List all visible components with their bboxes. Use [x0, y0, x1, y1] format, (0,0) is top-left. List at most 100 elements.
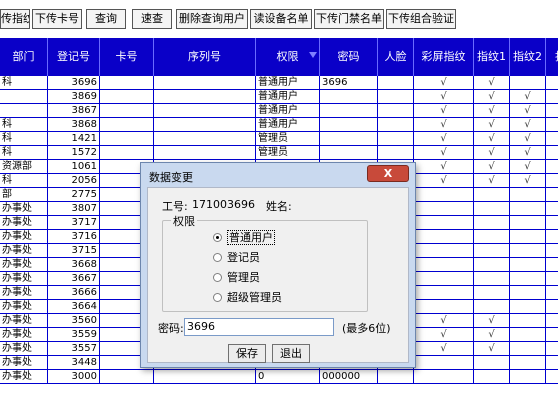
col-header-color-fingerprint[interactable]: 彩屏指纹: [414, 38, 474, 76]
cell-fp[interactable]: √: [414, 342, 474, 356]
radio-normal-user[interactable]: 普通用户: [213, 230, 275, 245]
cell-f2[interactable]: [510, 356, 546, 370]
col-header-fingerprint1[interactable]: 指纹1: [474, 38, 510, 76]
table-row[interactable]: 3869 普通用户 √ √ √: [0, 90, 558, 104]
cell-id[interactable]: 1572: [48, 146, 100, 160]
cell-serial[interactable]: [154, 90, 256, 104]
cell-more[interactable]: [546, 76, 558, 90]
cell-f1[interactable]: √: [474, 174, 510, 188]
cell-perm[interactable]: 0: [256, 370, 320, 384]
cell-f1[interactable]: √: [474, 90, 510, 104]
cell-more[interactable]: [546, 328, 558, 342]
table-row[interactable]: 科 1421 管理员 √ √ √: [0, 132, 558, 146]
cell-pwd[interactable]: [320, 146, 378, 160]
cell-pwd[interactable]: 000000: [320, 370, 378, 384]
cell-id[interactable]: 3869: [48, 90, 100, 104]
download-combo-verify-button[interactable]: 下传组合验证: [386, 9, 456, 29]
radio-registrar[interactable]: 登记员: [213, 251, 260, 265]
cell-card[interactable]: [100, 146, 154, 160]
cell-f2[interactable]: [510, 188, 546, 202]
cell-face[interactable]: [378, 132, 414, 146]
cell-more[interactable]: [546, 90, 558, 104]
cell-dept[interactable]: 科: [0, 118, 48, 132]
cell-f1[interactable]: [474, 300, 510, 314]
cell-id[interactable]: 3560: [48, 314, 100, 328]
cell-fp[interactable]: [414, 202, 474, 216]
cell-f2[interactable]: [510, 258, 546, 272]
cell-f1[interactable]: √: [474, 328, 510, 342]
col-header-face[interactable]: 人脸: [378, 38, 414, 76]
cell-dept[interactable]: 科: [0, 132, 48, 146]
cell-id[interactable]: 3559: [48, 328, 100, 342]
cell-f2[interactable]: [510, 370, 546, 384]
exit-button[interactable]: 退出: [272, 344, 310, 363]
cell-id[interactable]: 3448: [48, 356, 100, 370]
cell-perm[interactable]: 普通用户: [256, 76, 320, 90]
radio-super-admin[interactable]: 超级管理员: [213, 291, 282, 305]
cell-f2[interactable]: [510, 244, 546, 258]
cell-fp[interactable]: √: [414, 118, 474, 132]
quick-search-button[interactable]: 速查: [132, 9, 172, 29]
cell-dept[interactable]: 办事处: [0, 370, 48, 384]
cell-more[interactable]: [546, 258, 558, 272]
cell-f1[interactable]: [474, 202, 510, 216]
cell-more[interactable]: [546, 300, 558, 314]
cell-fp[interactable]: √: [414, 174, 474, 188]
cell-f2[interactable]: [510, 202, 546, 216]
cell-face[interactable]: [378, 146, 414, 160]
upload-fingerprint-button[interactable]: 传指纹: [0, 9, 30, 29]
cell-more[interactable]: [546, 174, 558, 188]
cell-id[interactable]: 1421: [48, 132, 100, 146]
cell-serial[interactable]: [154, 76, 256, 90]
cell-fp[interactable]: [414, 230, 474, 244]
cell-more[interactable]: [546, 370, 558, 384]
cell-dept[interactable]: [0, 104, 48, 118]
cell-f1[interactable]: √: [474, 104, 510, 118]
cell-dept[interactable]: [0, 90, 48, 104]
cell-id[interactable]: 3667: [48, 272, 100, 286]
cell-fp[interactable]: [414, 188, 474, 202]
cell-f1[interactable]: [474, 272, 510, 286]
cell-dept[interactable]: 科: [0, 76, 48, 90]
cell-dept[interactable]: 科: [0, 174, 48, 188]
cell-f2[interactable]: √: [510, 104, 546, 118]
download-card-button[interactable]: 下传卡号: [32, 9, 82, 29]
cell-fp[interactable]: [414, 258, 474, 272]
cell-dept[interactable]: 办事处: [0, 216, 48, 230]
cell-pwd[interactable]: [320, 132, 378, 146]
cell-dept[interactable]: 办事处: [0, 230, 48, 244]
cell-fp[interactable]: √: [414, 76, 474, 90]
password-input[interactable]: 3696: [184, 318, 334, 336]
cell-more[interactable]: [546, 146, 558, 160]
cell-face[interactable]: [378, 118, 414, 132]
cell-f2[interactable]: [510, 300, 546, 314]
cell-more[interactable]: [546, 202, 558, 216]
cell-dept[interactable]: 办事处: [0, 356, 48, 370]
cell-f2[interactable]: √: [510, 132, 546, 146]
cell-id[interactable]: 3716: [48, 230, 100, 244]
close-button[interactable]: X: [367, 165, 409, 182]
col-header-permission[interactable]: 权限: [256, 38, 320, 76]
cell-f2[interactable]: [510, 76, 546, 90]
cell-f1[interactable]: √: [474, 342, 510, 356]
cell-dept[interactable]: 办事处: [0, 244, 48, 258]
cell-dept[interactable]: 部: [0, 188, 48, 202]
cell-perm[interactable]: 普通用户: [256, 104, 320, 118]
col-header-fingerprint2[interactable]: 指纹2: [510, 38, 546, 76]
cell-perm[interactable]: 管理员: [256, 146, 320, 160]
cell-f2[interactable]: [510, 342, 546, 356]
cell-id[interactable]: 3664: [48, 300, 100, 314]
cell-more[interactable]: [546, 286, 558, 300]
cell-fp[interactable]: [414, 370, 474, 384]
cell-f2[interactable]: [510, 328, 546, 342]
cell-more[interactable]: [546, 160, 558, 174]
cell-f1[interactable]: [474, 216, 510, 230]
cell-face[interactable]: [378, 104, 414, 118]
cell-more[interactable]: [546, 314, 558, 328]
cell-pwd[interactable]: [320, 90, 378, 104]
cell-more[interactable]: [546, 342, 558, 356]
cell-f1[interactable]: √: [474, 314, 510, 328]
cell-dept[interactable]: 资源部: [0, 160, 48, 174]
cell-more[interactable]: [546, 104, 558, 118]
cell-serial[interactable]: [154, 146, 256, 160]
